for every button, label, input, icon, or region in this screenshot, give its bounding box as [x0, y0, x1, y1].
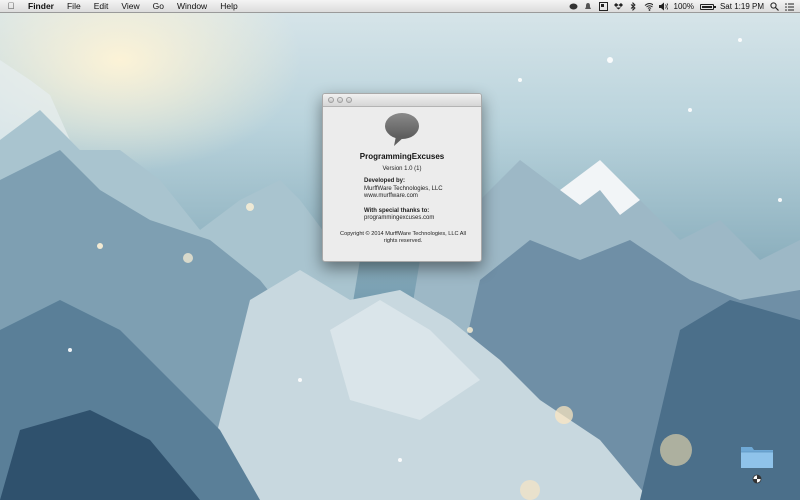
thanks-heading: With special thanks to:	[364, 207, 430, 214]
menu-finder[interactable]: Finder	[22, 0, 61, 12]
about-window: ProgrammingExcuses Version 1.0 (1) Devel…	[322, 93, 482, 262]
developed-by-heading: Developed by:	[364, 178, 406, 184]
app-icon-container	[323, 112, 481, 150]
version-label: Version 1.0 (1)	[382, 166, 422, 172]
menu-window[interactable]: Window	[171, 0, 214, 12]
battery-percent[interactable]: 100%	[674, 2, 694, 11]
close-button[interactable]	[328, 97, 334, 103]
busy-cursor-icon	[752, 474, 762, 484]
dropbox-icon[interactable]	[613, 2, 623, 11]
menu-bar:  Finder File Edit View Go Window Help	[0, 0, 800, 13]
menu-file[interactable]: File	[61, 0, 88, 12]
menu-view[interactable]: View	[115, 0, 146, 12]
credits-section: Developed by: MurffWare Technologies, LL…	[364, 178, 481, 223]
notification-icon[interactable]	[584, 2, 593, 11]
app-name: ProgrammingExcuses	[359, 152, 445, 161]
folder-icon[interactable]	[740, 443, 774, 469]
zoom-button[interactable]	[346, 97, 352, 103]
thanks-url[interactable]: programmingexcuses.com	[364, 215, 481, 223]
notification-center-icon[interactable]	[785, 2, 794, 11]
copyright-text: Copyright © 2014 MurffWare Technologies,…	[340, 230, 466, 245]
bluetooth-icon[interactable]	[629, 2, 638, 11]
menu-edit[interactable]: Edit	[88, 0, 116, 12]
window-titlebar[interactable]	[323, 94, 481, 107]
wifi-icon[interactable]	[644, 2, 653, 11]
menu-go[interactable]: Go	[147, 0, 171, 12]
minimize-button[interactable]	[337, 97, 343, 103]
developer-url[interactable]: www.murffware.com	[364, 193, 481, 201]
menu-help[interactable]: Help	[214, 0, 244, 12]
desktop[interactable]:  Finder File Edit View Go Window Help	[0, 0, 800, 500]
display-icon[interactable]	[598, 2, 608, 11]
developer-name: MurffWare Technologies, LLC	[364, 185, 443, 192]
apple-logo-icon[interactable]: 	[0, 0, 22, 12]
status-area: 100% Sat 1:19 PM	[569, 0, 794, 13]
battery-icon[interactable]	[699, 3, 716, 10]
speech-bubble-icon	[385, 113, 419, 146]
volume-icon[interactable]	[658, 2, 668, 11]
spotlight-search-icon[interactable]	[770, 2, 779, 11]
messages-icon[interactable]	[569, 2, 578, 11]
clock[interactable]: Sat 1:19 PM	[720, 2, 764, 11]
